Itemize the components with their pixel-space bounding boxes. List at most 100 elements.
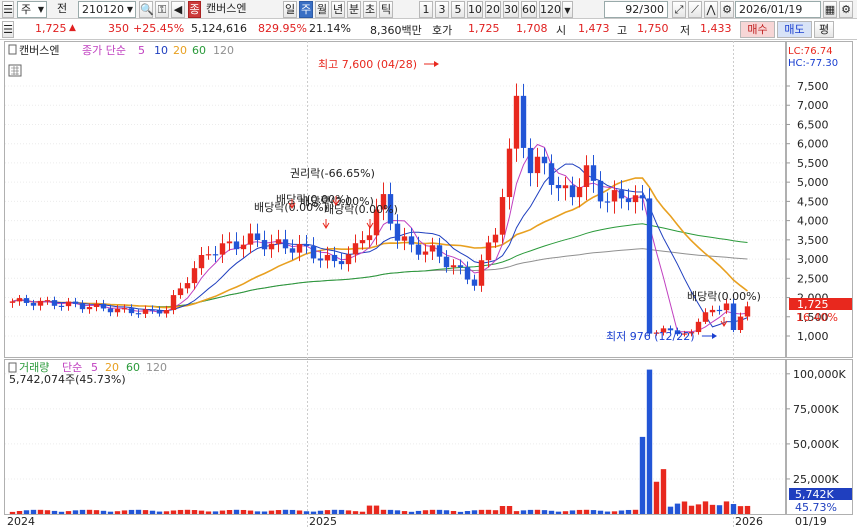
interval-10-button[interactable]: 10	[467, 1, 483, 18]
legend-ma20: 20	[173, 44, 187, 57]
volume-bar	[30, 509, 37, 514]
candle-body	[16, 298, 23, 302]
candle-body	[632, 195, 639, 203]
toolbar: ☰ 주 ▼ 전 210120 ▼ 🔍 ⚿ ◀ 종 캔버스엔 일 주 월 년 분 초 …	[0, 0, 857, 19]
interval-30-button[interactable]: 30	[503, 1, 519, 18]
period-month-button[interactable]: 월	[315, 1, 329, 18]
volume-icon[interactable]: ◀	[171, 1, 185, 18]
candle-body	[436, 245, 443, 257]
volume-bar	[450, 510, 457, 514]
legend-ma-prefix: 종가 단순	[82, 44, 126, 57]
period-minute-button[interactable]: 분	[347, 1, 361, 18]
buy-button[interactable]: 매수	[740, 21, 775, 38]
volume-bar	[723, 501, 730, 514]
candle-body	[324, 254, 331, 261]
volume-bar	[135, 509, 142, 514]
candle-body	[548, 163, 555, 185]
volume-bar	[436, 509, 443, 514]
candle-body	[338, 261, 345, 265]
interval-dropdown[interactable]: ▼	[562, 1, 573, 18]
prev-button[interactable]: 전	[50, 1, 74, 18]
candle-body	[366, 235, 373, 241]
volume-bar	[296, 510, 303, 514]
volume-bar	[730, 504, 737, 514]
volume-bar	[247, 510, 254, 514]
candle-body	[135, 313, 142, 315]
up-arrow-icon: ▲	[69, 23, 76, 33]
volume-bar	[457, 511, 464, 514]
interval-120-button[interactable]: 120	[539, 1, 561, 18]
stock-chart[interactable]: 캔버스엔 종가 단순 5 10 20 60 120 LC:76.74 HC:-7…	[0, 41, 857, 529]
lc-label: LC:76.74	[788, 46, 833, 57]
candle-body	[520, 95, 527, 148]
volume-bar	[212, 511, 219, 514]
volume-bar	[170, 510, 177, 514]
volume-bar	[653, 481, 660, 514]
lock-icon[interactable]: ⚿	[155, 1, 169, 18]
volume-bar	[394, 510, 401, 514]
candle-body	[583, 165, 590, 188]
pattern-icon[interactable]: ⋀	[704, 1, 718, 18]
price-axis-label: 6,000	[797, 138, 829, 151]
volume-bar	[233, 509, 240, 514]
expand-icon[interactable]: ⤢	[672, 1, 686, 18]
volume-bar	[9, 511, 16, 514]
x-axis-label-current: 01/19	[795, 515, 827, 528]
eval-button[interactable]: 평	[814, 21, 834, 38]
date-input[interactable]: 2026/01/19	[735, 1, 821, 18]
page-counter[interactable]: 92/300	[604, 1, 668, 18]
price-axis-label: 2,500	[797, 272, 829, 285]
x-axis-label-2026: 2026	[735, 515, 763, 528]
candle-body	[317, 258, 324, 261]
candle-body	[149, 309, 156, 311]
grid-toggle-icon[interactable]	[8, 64, 22, 77]
volume-bar	[597, 510, 604, 514]
period-year-button[interactable]: 년	[331, 1, 345, 18]
candle-body	[58, 305, 65, 307]
candle-body	[485, 242, 492, 261]
candle-body	[72, 301, 79, 304]
legend-ma10: 10	[154, 44, 168, 57]
chevron-down-icon: ▼	[37, 5, 44, 14]
rights-annotation: 권리락(-66.65%)	[290, 167, 375, 180]
candle-body	[464, 267, 471, 280]
sell-button[interactable]: 매도	[777, 21, 812, 38]
code-input[interactable]: 210120 ▼	[78, 1, 136, 18]
volume-legend-ma60: 60	[126, 361, 140, 374]
candle-body	[730, 303, 737, 331]
search-icon[interactable]: 🔍	[139, 1, 154, 18]
interval-3-button[interactable]: 3	[435, 1, 449, 18]
candle-body	[646, 198, 653, 334]
calendar-icon[interactable]: ▦	[823, 1, 837, 18]
market-select[interactable]: 주 ▼	[17, 1, 47, 18]
volume-bar	[240, 509, 247, 514]
period-week-button[interactable]: 주	[299, 1, 313, 18]
config-icon[interactable]: ⚙	[839, 1, 853, 18]
period-day-button[interactable]: 일	[283, 1, 297, 18]
candle-body	[408, 236, 415, 245]
volume-bar	[576, 509, 583, 514]
period-second-button[interactable]: 초	[363, 1, 377, 18]
volume-bar	[373, 505, 380, 514]
draw-icon[interactable]: ⟋	[688, 1, 702, 18]
interval-5-button[interactable]: 5	[451, 1, 465, 18]
quote-menu-icon[interactable]: ☰	[2, 21, 14, 38]
interval-60-button[interactable]: 60	[521, 1, 537, 18]
interval-20-button[interactable]: 20	[485, 1, 501, 18]
settings-icon[interactable]: ⚙	[720, 1, 734, 18]
volume-bar	[401, 511, 408, 514]
candle-body	[254, 233, 261, 241]
interval-1-button[interactable]: 1	[419, 1, 433, 18]
volume-bar	[149, 510, 156, 514]
candle-body	[695, 321, 702, 333]
chart-area[interactable]: 캔버스엔 종가 단순 5 10 20 60 120 LC:76.74 HC:-7…	[0, 41, 857, 529]
price-axis-label: 4,500	[797, 195, 829, 208]
volume-axis-label: 25,000K	[793, 473, 839, 486]
volume-bar	[93, 510, 100, 514]
open-price: 1,473	[578, 22, 610, 35]
volume-current-value: 5,742,074주(45.73%)	[9, 373, 126, 386]
x-axis: 2024 2025 2026 01/19	[7, 515, 827, 528]
volume-bar	[303, 511, 310, 514]
menu-icon[interactable]: ☰	[2, 1, 14, 18]
period-tick-button[interactable]: 틱	[379, 1, 393, 18]
